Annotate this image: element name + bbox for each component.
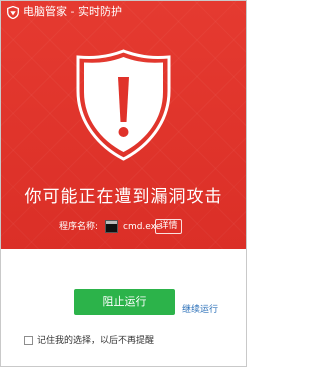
alert-panel: 电脑管家 - 实时防护 你可能正在遭到漏洞攻击 程序名称: cmd.exe 详情 bbox=[1, 1, 246, 249]
continue-run-link[interactable]: 继续运行 bbox=[182, 304, 218, 316]
details-button[interactable]: 详情 bbox=[155, 219, 182, 234]
alert-headline: 你可能正在遭到漏洞攻击 bbox=[24, 187, 223, 207]
security-alert-window: 电脑管家 - 实时防护 你可能正在遭到漏洞攻击 程序名称: cmd.exe 详情… bbox=[0, 0, 247, 367]
block-run-button[interactable]: 阻止运行 bbox=[74, 289, 175, 315]
action-panel: 阻止运行 继续运行 记住我的选择，以后不再提醒 bbox=[1, 249, 246, 366]
warning-shield-icon bbox=[76, 49, 171, 161]
remember-choice-checkbox[interactable] bbox=[24, 336, 33, 345]
remember-choice-label[interactable]: 记住我的选择，以后不再提醒 bbox=[37, 335, 154, 347]
cmd-console-icon bbox=[105, 220, 118, 233]
program-info-row: 程序名称: cmd.exe 详情 bbox=[1, 219, 246, 235]
program-name-label: 程序名称: bbox=[59, 222, 99, 232]
